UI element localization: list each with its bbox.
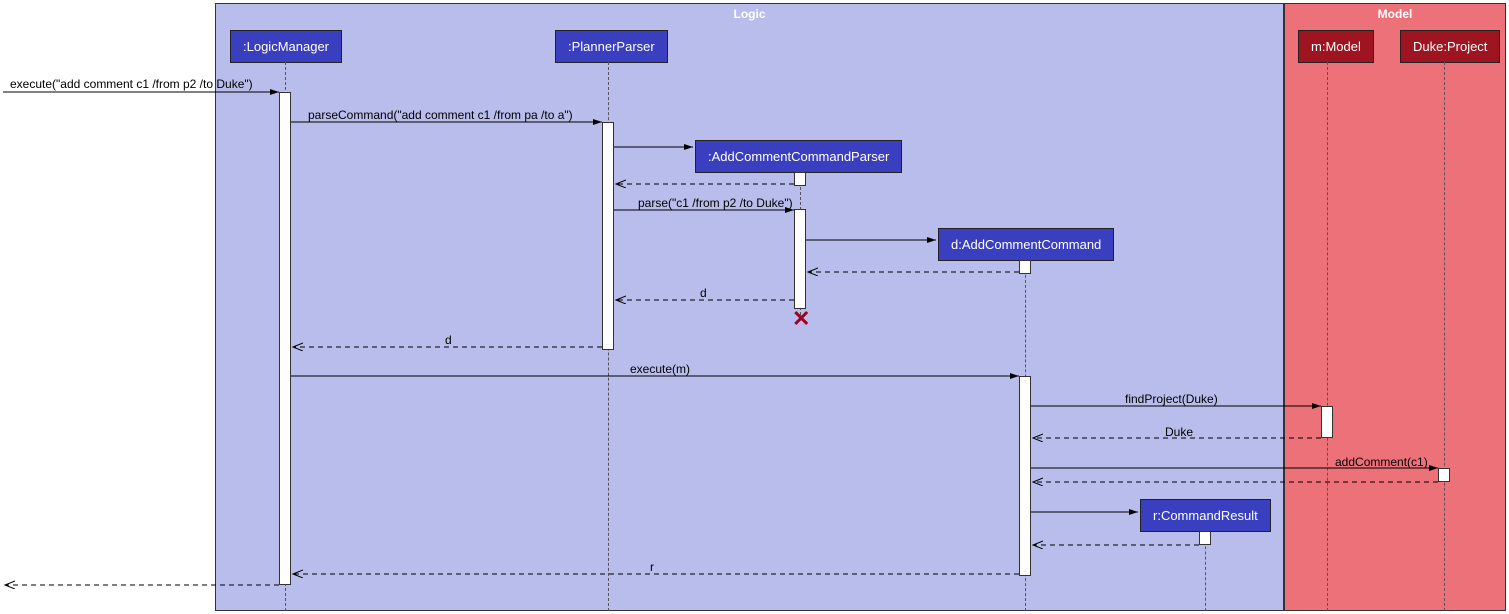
accp-activation2	[794, 209, 806, 309]
msg-return-d2: d	[445, 333, 452, 347]
logic-manager-activation	[279, 92, 291, 585]
model-frame: Model	[1284, 3, 1506, 611]
command-result-participant: r:CommandResult	[1140, 499, 1271, 532]
duke-project-participant: Duke:Project	[1400, 30, 1500, 63]
msg-add-comment: addComment(c1)	[1335, 455, 1428, 469]
destroy-x-icon: ✕	[792, 306, 810, 332]
model-activation	[1321, 406, 1333, 438]
msg-return-r: r	[650, 560, 654, 574]
msg-return-duke: Duke	[1165, 425, 1193, 439]
model-participant: m:Model	[1298, 30, 1374, 63]
duke-activation	[1438, 468, 1450, 482]
acc-activation2	[1019, 376, 1031, 576]
add-comment-command-parser-participant: :AddCommentCommandParser	[695, 140, 902, 173]
model-frame-title: Model	[1378, 7, 1413, 21]
logic-manager-participant: :LogicManager	[230, 30, 342, 63]
msg-find-project: findProject(Duke)	[1125, 392, 1218, 406]
accp-activation1	[794, 172, 806, 186]
msg-parse-command: parseCommand("add comment c1 /from pa /t…	[308, 108, 573, 122]
msg-execute: execute("add comment c1 /from p2 /to Duk…	[10, 77, 253, 91]
msg-parse: parse("c1 /from p2 /to Duke")	[638, 196, 793, 210]
msg-execute-m: execute(m)	[630, 362, 690, 376]
planner-parser-participant: :PlannerParser	[555, 30, 668, 63]
logic-frame-title: Logic	[734, 7, 766, 21]
acc-activation1	[1019, 260, 1031, 274]
msg-return-d1: d	[700, 286, 707, 300]
planner-parser-activation	[602, 122, 614, 350]
model-lifeline	[1327, 62, 1328, 611]
logic-frame: Logic	[215, 3, 1284, 611]
add-comment-command-participant: d:AddCommentCommand	[938, 228, 1114, 261]
cr-activation	[1199, 531, 1211, 545]
duke-lifeline	[1444, 62, 1445, 611]
